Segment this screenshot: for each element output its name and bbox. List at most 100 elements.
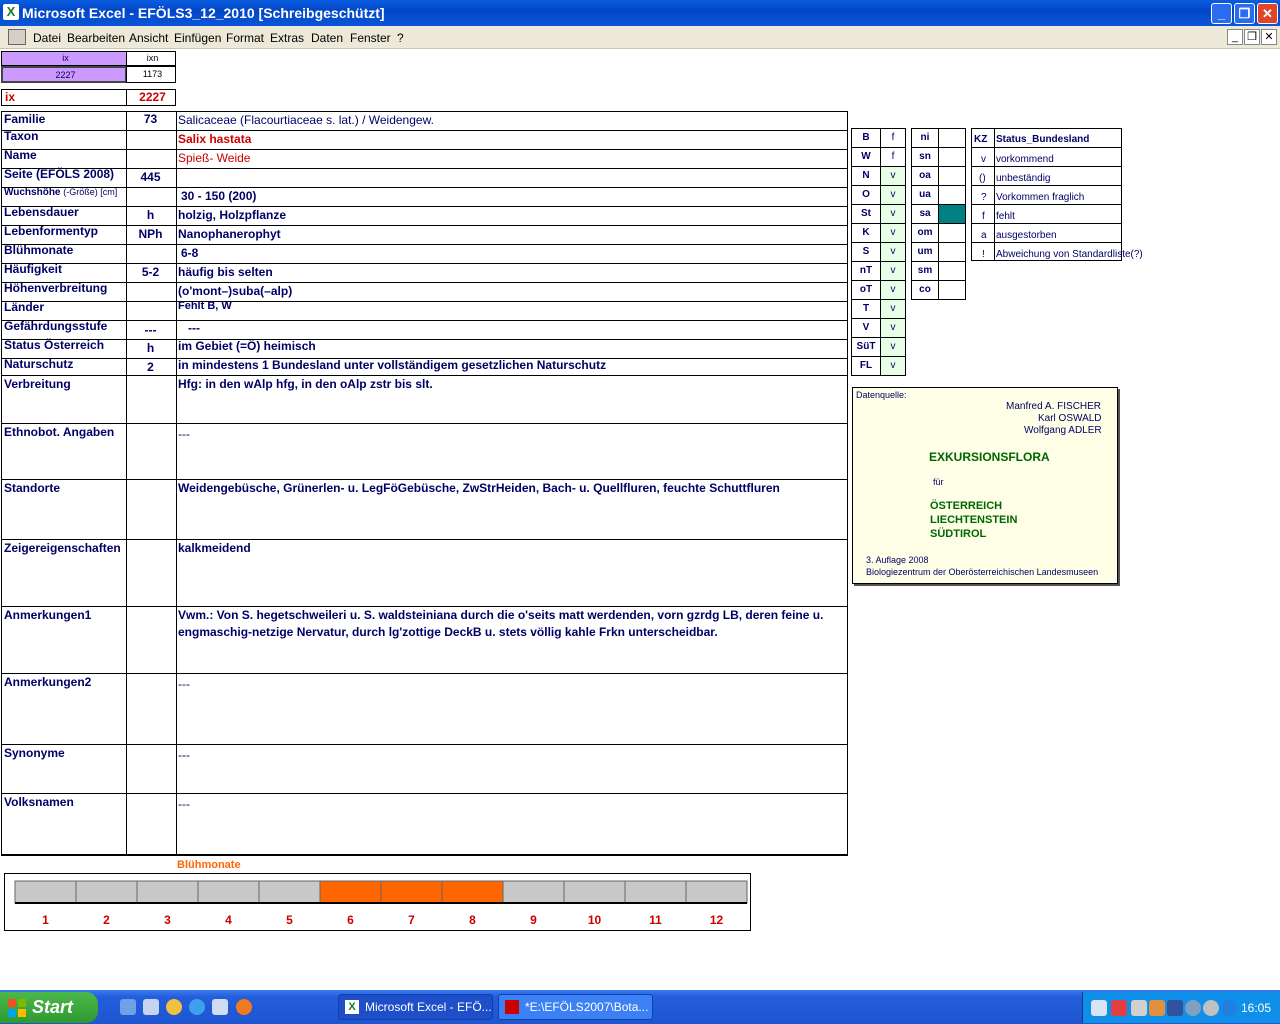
label-gefaehrdungsstufe: Gefährdungsstufe (4, 319, 108, 333)
state-value[interactable]: v (880, 356, 906, 376)
label-volksnamen: Volksnamen (4, 795, 74, 809)
bloom-month-label-12: 12 (710, 913, 724, 927)
quicklaunch-icon-2[interactable] (143, 999, 159, 1015)
row-line (1, 244, 848, 245)
ixn-value-cell[interactable]: 1173 (126, 66, 176, 83)
legend-kz-v: v (981, 154, 986, 165)
tray-icon-7[interactable] (1203, 1000, 1219, 1016)
state-value[interactable]: v (880, 204, 906, 224)
task-excel[interactable]: X Microsoft Excel - EFÖ... (338, 994, 493, 1020)
state-value[interactable]: v (880, 261, 906, 281)
region-code: ua (911, 185, 939, 205)
menu-einfuegen[interactable]: Einfügen (174, 31, 221, 45)
state-value[interactable]: v (880, 299, 906, 319)
row-line (1, 423, 848, 424)
region-value[interactable] (938, 242, 966, 262)
state-value[interactable]: v (880, 166, 906, 186)
ix-red-label: ix (1, 89, 127, 106)
state-value[interactable]: v (880, 318, 906, 338)
source-country3: SÜDTIROL (930, 528, 987, 540)
state-code: S (851, 242, 881, 262)
region-code: um (911, 242, 939, 262)
bloom-bar-5 (258, 880, 321, 904)
doc-close-button[interactable]: ✕ (1261, 29, 1277, 45)
code-haeufigkeit: 5-2 (141, 265, 160, 279)
doc-restore-button[interactable]: ❐ (1244, 29, 1260, 45)
region-value[interactable] (938, 147, 966, 167)
legend-kz-q: ? (981, 192, 987, 203)
value-volksnamen: --- (178, 797, 190, 811)
row-line (1, 111, 848, 112)
menu-help[interactable]: ? (397, 31, 404, 45)
bloom-chart-frame: 1 2 3 4 5 6 7 8 9 10 11 12 (4, 873, 751, 931)
label-standorte: Standorte (4, 481, 61, 495)
restore-button[interactable]: ❐ (1234, 3, 1255, 24)
state-value[interactable]: f (880, 147, 906, 167)
close-button[interactable]: ✕ (1257, 3, 1278, 24)
region-value[interactable] (938, 204, 966, 224)
state-code: nT (851, 261, 881, 281)
region-code: ni (911, 128, 939, 148)
row-line (1, 744, 848, 745)
folder-task-icon (505, 1000, 519, 1014)
label-ethnobot: Ethnobot. Angaben (4, 425, 115, 439)
row-line (1, 187, 848, 188)
tray-icon-8[interactable] (1221, 1000, 1237, 1016)
state-value[interactable]: v (880, 242, 906, 262)
menu-format[interactable]: Format (226, 31, 264, 45)
menu-bearbeiten[interactable]: Bearbeiten (67, 31, 125, 45)
menu-daten[interactable]: Daten (311, 31, 343, 45)
legend-kz-a: a (981, 230, 987, 241)
menu-ansicht[interactable]: Ansicht (129, 31, 168, 45)
menu-fenster[interactable]: Fenster (350, 31, 391, 45)
value-naturschutz: in mindestens 1 Bundesland unter vollstä… (178, 358, 607, 372)
task-explorer[interactable]: *E:\EFÖLS2007\Bota... (498, 994, 653, 1020)
ix-value-cell[interactable]: 2227 (1, 66, 127, 83)
media-player-icon[interactable] (166, 999, 182, 1015)
doc-minimize-button[interactable]: _ (1227, 29, 1243, 45)
minimize-button[interactable]: _ (1211, 3, 1232, 24)
row-line (1, 263, 848, 264)
state-value[interactable]: v (880, 280, 906, 300)
tray-icon-6[interactable] (1185, 1000, 1201, 1016)
region-code: sm (911, 261, 939, 281)
shield-icon[interactable] (1167, 1000, 1183, 1016)
state-code: FL (851, 356, 881, 376)
state-value[interactable]: v (880, 337, 906, 357)
excel-task-icon: X (345, 1000, 359, 1014)
region-value[interactable] (938, 261, 966, 281)
tray-icon-4[interactable] (1149, 1000, 1165, 1016)
quicklaunch-icon-5[interactable] (212, 999, 228, 1015)
source-country2: LIECHTENSTEIN (930, 514, 1018, 526)
region-value[interactable] (938, 128, 966, 148)
worksheet[interactable]: ix ixn 2227 1173 ix 2227 Familie 73 Sali… (0, 49, 1280, 990)
region-value[interactable] (938, 280, 966, 300)
bloom-month-label-9: 9 (530, 913, 537, 927)
region-value[interactable] (938, 223, 966, 243)
state-value[interactable]: v (880, 223, 906, 243)
bloom-bar-10 (563, 880, 626, 904)
region-value[interactable] (938, 166, 966, 186)
menu-datei[interactable]: Datei (33, 31, 61, 45)
ix-red-value: 2227 (126, 89, 176, 106)
workbook-icon[interactable] (8, 29, 26, 45)
network-icon[interactable] (1091, 1000, 1107, 1016)
value-hoehenverbreitung: (o'mont–)suba(–alp) (178, 284, 293, 298)
label-wuchshoehe: Wuchshöhe (-Größe) [cm] (1, 187, 117, 198)
region-code: sn (911, 147, 939, 167)
ie-icon[interactable] (189, 999, 205, 1015)
menu-extras[interactable]: Extras (270, 31, 304, 45)
start-button[interactable]: Start (0, 992, 98, 1023)
state-value[interactable]: f (880, 128, 906, 148)
region-value[interactable] (938, 185, 966, 205)
bloom-bar-12 (685, 880, 748, 904)
state-value[interactable]: v (880, 185, 906, 205)
firefox-icon[interactable] (236, 999, 252, 1015)
tray-icon-2[interactable] (1111, 1000, 1127, 1016)
label-anmerkungen1: Anmerkungen1 (4, 608, 92, 622)
search-icon[interactable] (1131, 1000, 1147, 1016)
region-code: om (911, 223, 939, 243)
source-country1: ÖSTERREICH (930, 500, 1003, 512)
quicklaunch-icon-1[interactable] (120, 999, 136, 1015)
row-line (1, 320, 848, 321)
